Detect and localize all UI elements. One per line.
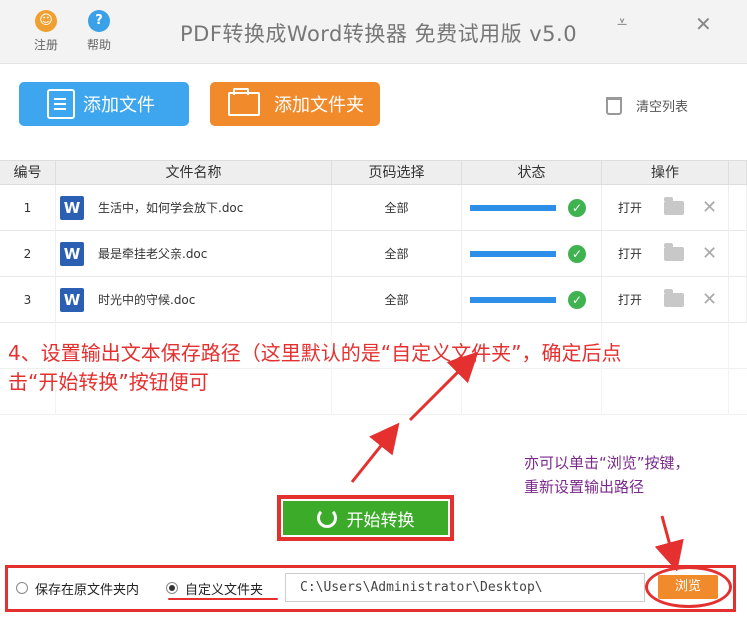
table-row[interactable]: 3 W 时光中的守候.doc 全部 ✓ 打开 ✕ — [0, 276, 747, 323]
delete-icon[interactable]: ✕ — [702, 289, 717, 310]
header-page-selection: 页码选择 — [332, 161, 462, 184]
header-file-name: 文件名称 — [56, 161, 332, 184]
delete-icon[interactable]: ✕ — [702, 197, 717, 218]
title-bar: ☺ 注册 ? 帮助 PDF转换成Word转换器 免费试用版 v5.0 ⩡ ✕ — [0, 0, 747, 64]
progress-bar — [470, 296, 556, 303]
browse-annotation: 亦可以单击“浏览”按键， 重新设置输出路径 — [524, 451, 744, 499]
check-icon: ✓ — [568, 198, 586, 217]
row-file-cell: W 生活中，如何学会放下.doc — [56, 184, 332, 231]
browse-button-highlight: 浏览 — [645, 566, 732, 608]
header-operation: 操作 — [602, 161, 729, 184]
row-actions: 打开 ✕ — [602, 230, 729, 277]
open-folder-icon[interactable] — [664, 242, 685, 261]
row-status: ✓ — [462, 184, 602, 231]
browse-button[interactable]: 浏览 — [658, 575, 718, 599]
register-label: 注册 — [33, 38, 58, 52]
question-icon: ? — [88, 10, 110, 32]
close-icon[interactable]: ✕ — [695, 12, 712, 36]
app-title: PDF转换成Word转换器 免费试用版 v5.0 — [180, 22, 578, 46]
header-status: 状态 — [462, 161, 602, 184]
row-actions: 打开 ✕ — [602, 184, 729, 231]
add-file-button[interactable]: 添加文件 — [19, 82, 189, 126]
arrow-to-browse-button — [654, 515, 684, 572]
folder-icon — [228, 88, 260, 116]
custom-folder-underline — [168, 598, 278, 600]
output-path-highlight: 保存在原文件夹内 自定义文件夹 C:\Users\Administrator\D… — [5, 565, 736, 612]
open-folder-icon[interactable] — [664, 288, 685, 307]
instruction-annotation: 4、设置输出文本保存路径（这里默认的是“自定义文件夹”，确定后点 击“开始转换”… — [8, 339, 743, 397]
instruction-line-1: 4、设置输出文本保存路径（这里默认的是“自定义文件夹”，确定后点 — [8, 341, 622, 365]
row-file-name: 生活中，如何学会放下.doc — [98, 201, 244, 215]
output-path-input[interactable]: C:\Users\Administrator\Desktop\ — [285, 573, 645, 602]
progress-bar — [470, 204, 556, 211]
row-number: 1 — [0, 184, 56, 231]
row-actions: 打开 ✕ — [602, 276, 729, 323]
document-icon — [47, 89, 75, 119]
radio-custom-folder[interactable] — [166, 582, 178, 594]
start-button-highlight: 开始转换 — [277, 495, 454, 541]
add-folder-button[interactable]: 添加文件夹 — [210, 82, 380, 126]
row-pages[interactable]: 全部 — [332, 230, 462, 277]
register-button[interactable]: ☺ 注册 — [26, 10, 66, 53]
row-pages[interactable]: 全部 — [332, 184, 462, 231]
clear-list-button[interactable]: 清空列表 — [606, 96, 688, 115]
word-file-icon: W — [60, 195, 84, 220]
table-row[interactable]: 1 W 生活中，如何学会放下.doc 全部 ✓ 打开 ✕ — [0, 184, 747, 231]
delete-icon[interactable]: ✕ — [702, 243, 717, 264]
word-file-icon: W — [60, 287, 84, 312]
row-number: 3 — [0, 276, 56, 323]
header-spacer — [729, 161, 747, 184]
radio-original-folder[interactable] — [16, 582, 28, 594]
radio-original-folder-label[interactable]: 保存在原文件夹内 — [35, 579, 139, 598]
file-table: 编号 文件名称 页码选择 状态 操作 1 W 生活中，如何学会放下.doc 全部… — [0, 160, 747, 460]
help-button[interactable]: ? 帮助 — [79, 10, 119, 53]
table-header: 编号 文件名称 页码选择 状态 操作 — [0, 161, 747, 185]
add-folder-label: 添加文件夹 — [274, 95, 364, 116]
refresh-icon — [316, 508, 337, 528]
table-row[interactable]: 2 W 最是牵挂老父亲.doc 全部 ✓ 打开 ✕ — [0, 230, 747, 277]
check-icon: ✓ — [568, 244, 586, 263]
row-status: ✓ — [462, 230, 602, 277]
open-button[interactable]: 打开 — [618, 291, 642, 308]
row-number: 2 — [0, 230, 56, 277]
check-icon: ✓ — [568, 290, 586, 309]
progress-bar — [470, 250, 556, 257]
row-file-cell: W 时光中的守候.doc — [56, 276, 332, 323]
header-number: 编号 — [0, 161, 56, 184]
browse-annotation-line-2: 重新设置输出路径 — [524, 478, 645, 496]
instruction-line-2: 击“开始转换”按钮便可 — [8, 370, 209, 394]
open-button[interactable]: 打开 — [618, 245, 642, 262]
add-file-label: 添加文件 — [83, 95, 155, 116]
row-file-name: 最是牵挂老父亲.doc — [98, 247, 208, 261]
browse-annotation-line-1: 亦可以单击“浏览”按键， — [524, 454, 690, 472]
trash-icon — [606, 96, 622, 115]
row-pages[interactable]: 全部 — [332, 276, 462, 323]
start-convert-label: 开始转换 — [346, 510, 415, 531]
minimize-icon[interactable]: ⩡ — [617, 12, 627, 33]
open-folder-icon[interactable] — [664, 196, 685, 215]
start-convert-button[interactable]: 开始转换 — [283, 501, 448, 535]
help-label: 帮助 — [86, 38, 111, 52]
word-file-icon: W — [60, 241, 84, 266]
clear-list-label: 清空列表 — [636, 100, 689, 115]
user-icon: ☺ — [35, 10, 57, 32]
row-status: ✓ — [462, 276, 602, 323]
radio-custom-folder-label[interactable]: 自定义文件夹 — [185, 579, 263, 598]
row-file-cell: W 最是牵挂老父亲.doc — [56, 230, 332, 277]
row-file-name: 时光中的守候.doc — [98, 293, 196, 307]
open-button[interactable]: 打开 — [618, 199, 642, 216]
